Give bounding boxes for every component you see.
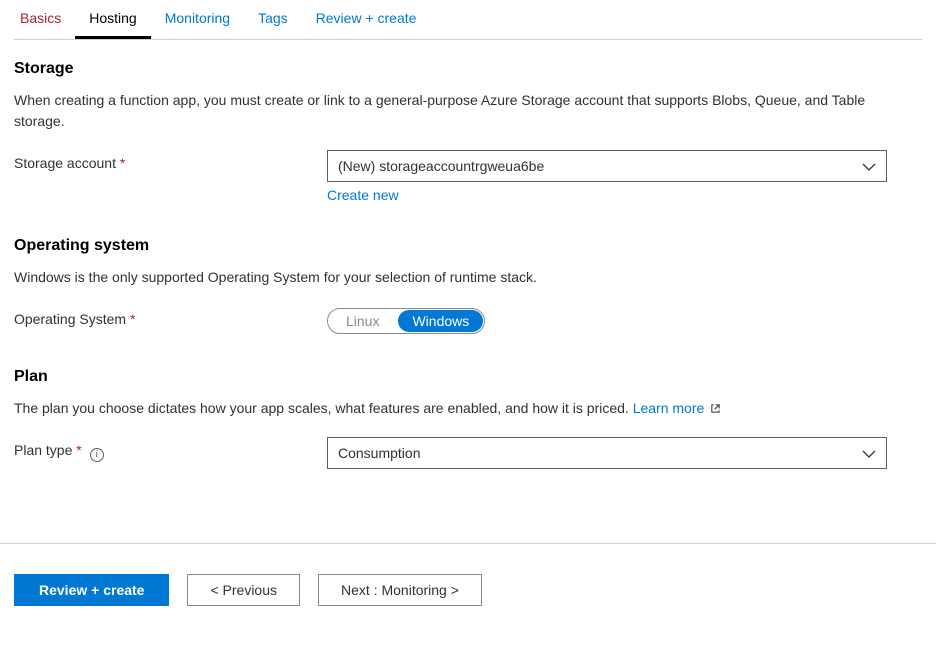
storage-account-row: Storage account * (New) storageaccountrg… bbox=[14, 150, 922, 203]
review-create-button[interactable]: Review + create bbox=[14, 574, 169, 606]
tab-monitoring[interactable]: Monitoring bbox=[151, 0, 244, 39]
tab-bar: Basics Hosting Monitoring Tags Review + … bbox=[14, 0, 922, 40]
hosting-content: Storage When creating a function app, yo… bbox=[0, 40, 936, 469]
section-storage: Storage When creating a function app, yo… bbox=[14, 60, 922, 203]
tab-basics[interactable]: Basics bbox=[14, 0, 75, 39]
chevron-down-icon bbox=[862, 445, 876, 461]
info-icon[interactable]: i bbox=[90, 448, 104, 462]
plan-heading: Plan bbox=[14, 368, 922, 386]
storage-heading: Storage bbox=[14, 60, 922, 78]
tab-review-create[interactable]: Review + create bbox=[302, 0, 431, 39]
os-heading: Operating system bbox=[14, 237, 922, 255]
storage-account-label: Storage account * bbox=[14, 150, 327, 171]
os-option-linux[interactable]: Linux bbox=[328, 309, 397, 333]
storage-account-value: (New) storageaccountrgweua6be bbox=[338, 158, 544, 174]
os-description: Windows is the only supported Operating … bbox=[14, 267, 894, 288]
os-label: Operating System * bbox=[14, 306, 327, 327]
os-option-windows[interactable]: Windows bbox=[398, 310, 483, 332]
tab-hosting[interactable]: Hosting bbox=[75, 0, 150, 39]
plan-type-select[interactable]: Consumption bbox=[327, 437, 887, 469]
os-row: Operating System * Linux Windows bbox=[14, 306, 922, 334]
os-toggle: Linux Windows bbox=[327, 308, 485, 334]
external-link-icon bbox=[708, 400, 721, 416]
plan-learn-more-link[interactable]: Learn more bbox=[633, 398, 721, 419]
storage-account-select[interactable]: (New) storageaccountrgweua6be bbox=[327, 150, 887, 182]
storage-description: When creating a function app, you must c… bbox=[14, 90, 894, 132]
plan-type-value: Consumption bbox=[338, 445, 421, 461]
plan-type-row: Plan type * i Consumption bbox=[14, 437, 922, 469]
create-new-link[interactable]: Create new bbox=[327, 187, 399, 203]
section-plan: Plan The plan you choose dictates how yo… bbox=[14, 368, 922, 469]
plan-description: The plan you choose dictates how your ap… bbox=[14, 398, 894, 419]
tab-tags[interactable]: Tags bbox=[244, 0, 302, 39]
plan-type-label: Plan type * i bbox=[14, 437, 327, 462]
wizard-footer: Review + create < Previous Next : Monito… bbox=[0, 543, 936, 636]
previous-button[interactable]: < Previous bbox=[187, 574, 300, 606]
chevron-down-icon bbox=[862, 158, 876, 174]
next-button[interactable]: Next : Monitoring > bbox=[318, 574, 482, 606]
section-os: Operating system Windows is the only sup… bbox=[14, 237, 922, 334]
